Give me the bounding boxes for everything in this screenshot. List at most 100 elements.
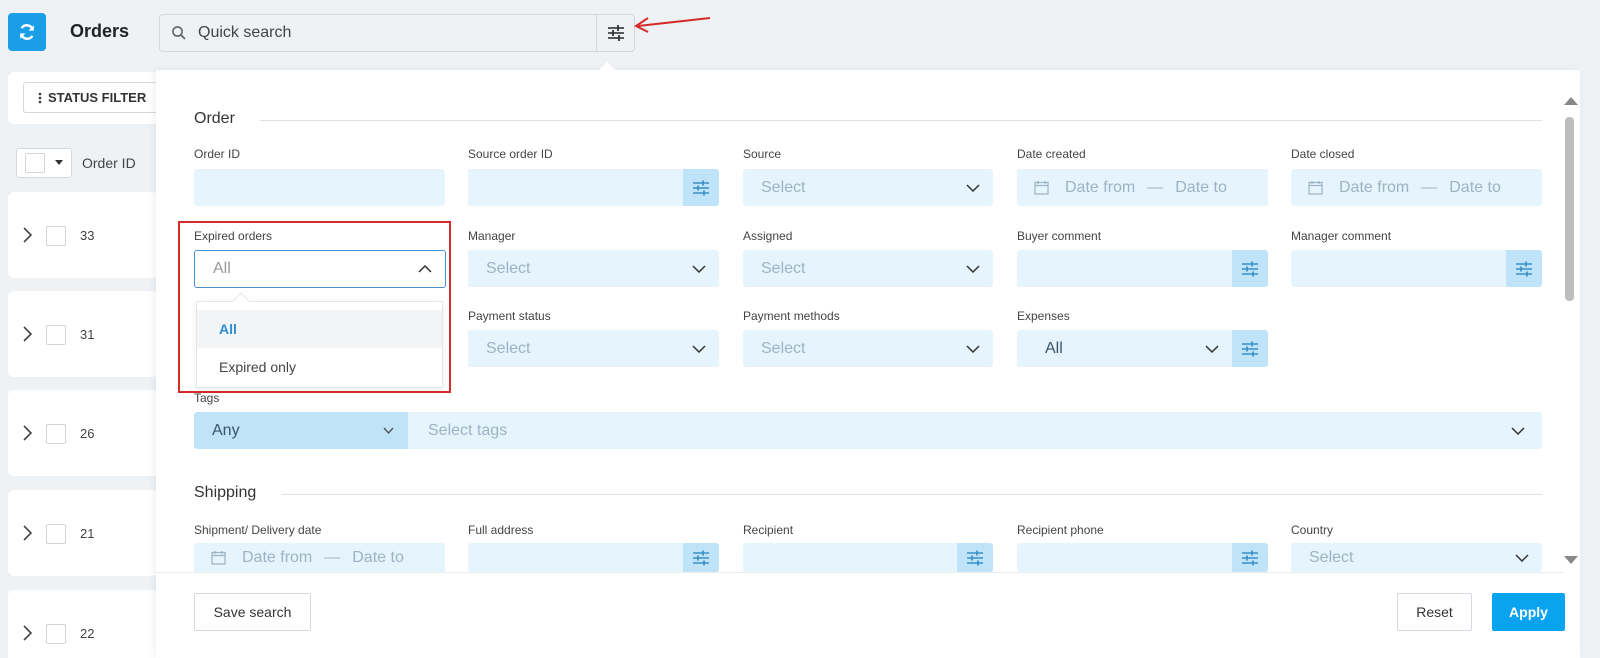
section-divider bbox=[282, 494, 1542, 495]
sliders-icon bbox=[693, 180, 709, 195]
order-id: 26 bbox=[80, 426, 95, 441]
page-title: Orders bbox=[70, 21, 130, 41]
list-header: Order ID bbox=[16, 148, 136, 178]
full-address-input[interactable] bbox=[468, 543, 719, 572]
chevron-down-icon bbox=[1494, 426, 1542, 435]
source-order-id-filter-button[interactable] bbox=[683, 169, 719, 206]
date-to-placeholder[interactable]: Date to bbox=[1175, 179, 1227, 197]
manager-select[interactable]: Select bbox=[468, 250, 719, 287]
advanced-filter-button[interactable] bbox=[596, 15, 634, 51]
expenses-filter-button[interactable] bbox=[1232, 330, 1268, 367]
expenses-label: Expenses bbox=[1017, 309, 1070, 323]
chevron-right-icon[interactable] bbox=[22, 226, 32, 244]
order-row[interactable]: 22 bbox=[8, 590, 158, 658]
status-filter-button[interactable]: STATUS FILTER bbox=[23, 82, 160, 113]
manager-comment-filter-button[interactable] bbox=[1506, 250, 1542, 287]
chevron-down-icon bbox=[1502, 553, 1542, 562]
save-search-button[interactable]: Save search bbox=[194, 593, 311, 631]
buyer-comment-filter-button[interactable] bbox=[1232, 250, 1268, 287]
date-to-placeholder[interactable]: Date to bbox=[352, 549, 404, 567]
scroll-thumb[interactable] bbox=[1565, 117, 1574, 301]
chevron-down-icon bbox=[679, 264, 719, 273]
order-row[interactable]: 21 bbox=[8, 490, 158, 576]
sliders-icon bbox=[1242, 341, 1258, 356]
date-closed-range[interactable]: Date from — Date to bbox=[1291, 169, 1542, 206]
apply-button[interactable]: Apply bbox=[1492, 593, 1565, 631]
recipient-phone-input[interactable] bbox=[1017, 543, 1268, 572]
sliders-icon bbox=[1516, 261, 1532, 276]
order-id-input[interactable] bbox=[194, 169, 445, 206]
payment-status-select[interactable]: Select bbox=[468, 330, 719, 367]
chevron-down-icon bbox=[1192, 344, 1232, 353]
country-label: Country bbox=[1291, 523, 1334, 537]
country-placeholder: Select bbox=[1309, 548, 1354, 566]
row-checkbox[interactable] bbox=[46, 424, 66, 444]
payment-methods-placeholder: Select bbox=[761, 339, 806, 357]
annotation-arrow bbox=[634, 17, 711, 33]
full-address-label: Full address bbox=[468, 523, 534, 537]
chevron-down-icon bbox=[953, 344, 993, 353]
date-created-label: Date created bbox=[1017, 147, 1086, 161]
scroll-down-arrow[interactable] bbox=[1564, 556, 1578, 564]
date-created-range[interactable]: Date from — Date to bbox=[1017, 169, 1268, 206]
source-label: Source bbox=[743, 147, 782, 161]
source-placeholder: Select bbox=[761, 178, 806, 196]
tags-mode-select[interactable]: Any bbox=[194, 412, 408, 449]
row-checkbox[interactable] bbox=[46, 226, 66, 246]
calendar-icon bbox=[194, 550, 232, 565]
payment-methods-select[interactable]: Select bbox=[743, 330, 993, 367]
order-id: 22 bbox=[80, 626, 95, 641]
select-all-checkbox[interactable] bbox=[25, 153, 45, 173]
assigned-select[interactable]: Select bbox=[743, 250, 993, 287]
row-checkbox[interactable] bbox=[46, 524, 66, 544]
order-id: 33 bbox=[80, 228, 95, 243]
sliders-icon bbox=[607, 25, 624, 41]
order-id-column-header[interactable]: Order ID bbox=[82, 155, 136, 171]
chevron-down-icon bbox=[679, 344, 719, 353]
chevron-right-icon[interactable] bbox=[22, 424, 32, 442]
refresh-button[interactable] bbox=[8, 13, 46, 51]
footer-divider bbox=[156, 572, 1564, 573]
order-row[interactable]: 26 bbox=[8, 390, 158, 476]
recipient-phone-filter-button[interactable] bbox=[1232, 543, 1268, 572]
calendar-icon bbox=[1017, 180, 1055, 195]
order-id-label: Order ID bbox=[194, 147, 241, 161]
shipping-section-title: Shipping bbox=[194, 484, 257, 501]
date-from-placeholder[interactable]: Date from bbox=[242, 549, 312, 567]
shipment-date-range[interactable]: Date from — Date to bbox=[194, 543, 445, 572]
tags-select[interactable]: Select tags bbox=[408, 412, 1542, 449]
recipient-label: Recipient bbox=[743, 523, 794, 537]
row-checkbox[interactable] bbox=[46, 624, 66, 644]
date-to-placeholder[interactable]: Date to bbox=[1449, 179, 1501, 197]
full-address-filter-button[interactable] bbox=[683, 543, 719, 572]
order-section-title: Order bbox=[194, 110, 235, 127]
tags-mode-value: Any bbox=[212, 421, 240, 439]
recipient-input[interactable] bbox=[743, 543, 993, 572]
source-select[interactable]: Select bbox=[743, 169, 993, 206]
source-order-id-label: Source order ID bbox=[468, 147, 553, 161]
date-from-placeholder[interactable]: Date from bbox=[1065, 179, 1135, 197]
annotation-highlight-box bbox=[178, 221, 451, 393]
payment-methods-label: Payment methods bbox=[743, 309, 840, 323]
date-range-separator: — bbox=[324, 548, 341, 566]
buyer-comment-label: Buyer comment bbox=[1017, 229, 1102, 243]
order-row[interactable]: 33 bbox=[8, 192, 158, 278]
chevron-down-icon bbox=[953, 183, 993, 192]
quick-search-input[interactable] bbox=[198, 15, 596, 51]
date-from-placeholder[interactable]: Date from bbox=[1339, 179, 1409, 197]
recipient-filter-button[interactable] bbox=[957, 543, 993, 572]
chevron-right-icon[interactable] bbox=[22, 624, 32, 642]
manager-comment-input[interactable] bbox=[1291, 250, 1542, 287]
order-row[interactable]: 31 bbox=[8, 291, 158, 377]
chevron-right-icon[interactable] bbox=[22, 524, 32, 542]
row-checkbox[interactable] bbox=[46, 325, 66, 345]
expenses-select[interactable]: All bbox=[1017, 330, 1268, 367]
reset-button[interactable]: Reset bbox=[1397, 593, 1472, 631]
chevron-right-icon[interactable] bbox=[22, 325, 32, 343]
buyer-comment-input[interactable] bbox=[1017, 250, 1268, 287]
country-select[interactable]: Select bbox=[1291, 543, 1542, 572]
select-all-control[interactable] bbox=[16, 148, 72, 178]
caret-down-icon bbox=[55, 160, 63, 165]
source-order-id-input[interactable] bbox=[468, 169, 719, 206]
scroll-up-arrow[interactable] bbox=[1564, 97, 1578, 105]
